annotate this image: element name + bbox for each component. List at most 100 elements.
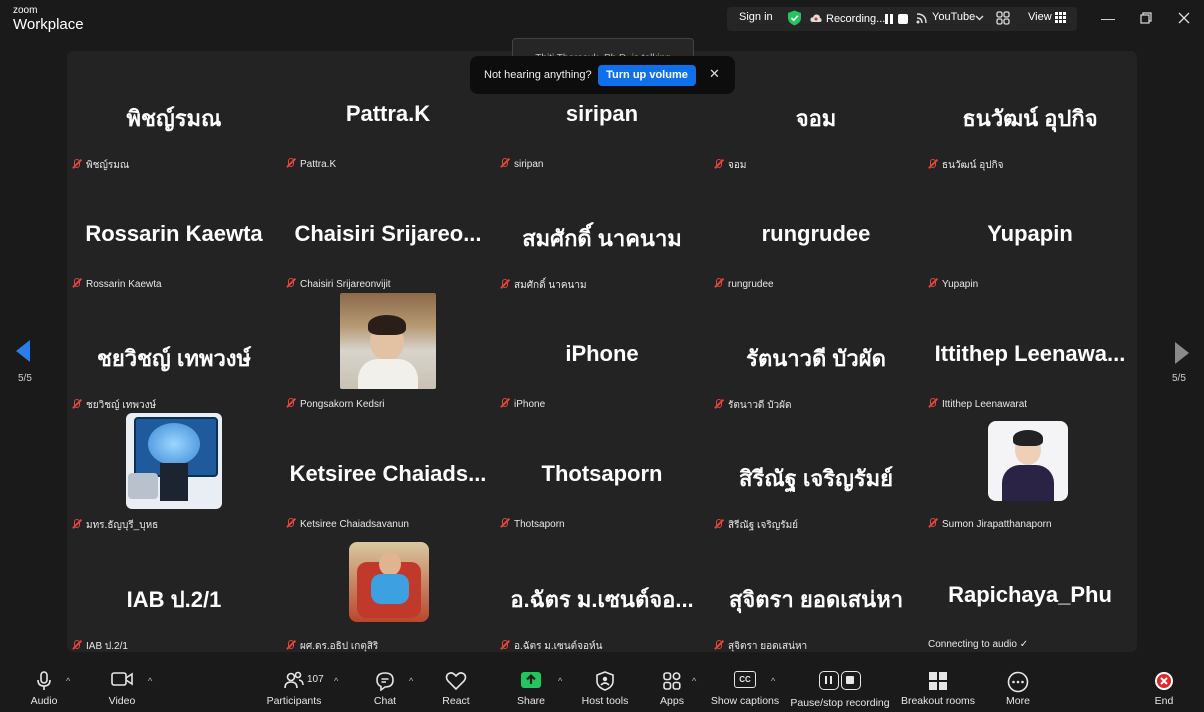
participant-tile[interactable]: Yupapin Yupapin <box>923 172 1137 292</box>
participant-display-name: จอม <box>795 106 837 131</box>
participant-name: Rossarin Kaewta <box>86 279 162 290</box>
participant-tile[interactable]: Thotsaporn Thotsaporn <box>495 412 709 532</box>
participant-display-name: สมศักดิ์ นาคนาม <box>522 226 682 251</box>
participant-tile[interactable]: Rapichaya_Phu Connecting to audio ✓ <box>923 533 1137 653</box>
apps-button[interactable]: Apps <box>648 662 696 712</box>
muted-microphone-icon <box>714 159 723 169</box>
muted-microphone-icon <box>72 159 81 169</box>
turn-up-volume-button[interactable]: Turn up volume <box>598 65 696 86</box>
chat-options-caret-icon[interactable]: ^ <box>409 676 413 686</box>
gallery-view-icon[interactable] <box>1055 12 1066 23</box>
muted-microphone-icon <box>928 398 937 408</box>
toast-close-icon[interactable]: ✕ <box>709 66 720 82</box>
participant-name-label: Thotsaporn <box>500 518 565 530</box>
participant-tile[interactable]: Rossarin Kaewta Rossarin Kaewta <box>67 172 281 292</box>
muted-microphone-icon <box>72 640 81 650</box>
pause-stop-recording-button[interactable]: Pause/stop recording <box>788 662 892 712</box>
youtube-dropdown[interactable]: YouTube <box>932 11 975 23</box>
participant-name: อ.ฉัตร ม.เซนต์จอห์น <box>514 641 603 652</box>
participant-name: สิรีณัฐ เจริญรัมย์ <box>728 520 799 531</box>
sign-in-link[interactable]: Sign in <box>739 11 773 23</box>
logo-small: zoom <box>13 5 38 16</box>
participant-tile[interactable]: สุจิตรา ยอดเสน่หา สุจิตรา ยอดเสน่หา <box>709 533 923 653</box>
muted-microphone-icon <box>500 279 509 289</box>
share-options-caret-icon[interactable]: ^ <box>558 676 562 686</box>
muted-microphone-icon <box>500 158 509 168</box>
participant-tile[interactable]: ผศ.ดร.อธิป เกตุสิริ <box>281 533 495 653</box>
participant-name-label: Sumon Jirapatthanaporn <box>928 518 1052 530</box>
recording-status[interactable]: Recording... <box>826 13 885 25</box>
video-options-caret-icon[interactable]: ^ <box>148 676 152 686</box>
participant-tile[interactable]: สมศักดิ์ นาคนาม สมศักดิ์ นาคนาม <box>495 172 709 292</box>
participant-display-name: Pattra.K <box>345 101 431 126</box>
next-page-arrow-icon[interactable] <box>1175 342 1189 364</box>
pause-recording-icon[interactable] <box>885 14 893 24</box>
meeting-toolbar: Audio ^ Video ^ 107 Participants ^ Chat … <box>0 662 1204 712</box>
react-button[interactable]: React <box>432 662 480 712</box>
participant-tile[interactable]: สิรีณัฐ เจริญรัมย์ สิรีณัฐ เจริญรัมย์ <box>709 412 923 532</box>
layout-grid-icon[interactable] <box>996 11 1010 25</box>
participant-display-name: Chaisiri Srijareo... <box>294 221 482 246</box>
stop-recording-icon[interactable] <box>898 14 908 24</box>
view-button[interactable]: View <box>1028 11 1052 23</box>
end-meeting-button[interactable]: End <box>1142 662 1186 712</box>
participant-tile[interactable]: ชยวิชญ์ เทพวงษ์ ชยวิชญ์ เทพวงษ์ <box>67 292 281 412</box>
participant-display-name: Rapichaya_Phu <box>948 582 1112 607</box>
participant-tile[interactable]: Chaisiri Srijareo... Chaisiri Srijareonvi… <box>281 172 495 292</box>
participant-name-label: สิรีณัฐ เจริญรัมย์ <box>714 518 798 533</box>
chevron-down-icon[interactable] <box>975 15 984 21</box>
video-button[interactable]: Video <box>96 662 148 712</box>
participant-name-label: มทร.ธัญบุรี_บุหธ <box>72 518 158 533</box>
participant-display-name: พิชญ์รมณ <box>126 106 222 131</box>
participant-tile[interactable]: ธนวัฒน์ อุปกิจ ธนวัฒน์ อุปกิจ <box>923 52 1137 172</box>
participant-name-label: rungrudee <box>714 278 774 290</box>
participant-tile[interactable]: Pongsakorn Kedsri <box>281 292 495 412</box>
participant-tile[interactable]: iPhone iPhone <box>495 292 709 412</box>
more-button[interactable]: More <box>994 662 1042 712</box>
muted-microphone-icon <box>286 278 295 288</box>
participant-tile[interactable]: Pattra.K Pattra.K <box>281 52 495 172</box>
participant-tile[interactable]: มทร.ธัญบุรี_บุหธ <box>67 412 281 532</box>
apps-options-caret-icon[interactable]: ^ <box>692 676 696 686</box>
audio-options-caret-icon[interactable]: ^ <box>66 676 70 686</box>
captions-options-caret-icon[interactable]: ^ <box>771 676 775 686</box>
participant-display-name: อ.ฉัตร ม.เซนต์จอ... <box>510 587 694 612</box>
show-captions-button[interactable]: CC Show captions <box>706 662 784 712</box>
participant-tile[interactable]: rungrudee rungrudee <box>709 172 923 292</box>
participants-button[interactable]: 107 Participants <box>262 662 326 712</box>
participant-name: siripan <box>514 159 544 170</box>
participant-name: Yupapin <box>942 279 979 290</box>
muted-microphone-icon <box>286 398 295 408</box>
muted-microphone-icon <box>928 159 937 169</box>
restore-icon[interactable] <box>1133 8 1159 28</box>
previous-page-arrow-icon[interactable] <box>16 340 30 362</box>
close-icon[interactable] <box>1171 8 1197 28</box>
breakout-rooms-button[interactable]: Breakout rooms <box>896 662 980 712</box>
participant-tile[interactable]: จอม จอม <box>709 52 923 172</box>
share-button[interactable]: Share <box>506 662 556 712</box>
participant-photo <box>340 293 436 389</box>
participant-tile[interactable]: พิชญ์รมณ พิชญ์รมณ <box>67 52 281 172</box>
participant-name: สุจิตรา ยอดเสน่หา <box>728 641 808 652</box>
shield-check-icon[interactable] <box>787 10 802 26</box>
participant-tile[interactable]: Sumon Jirapatthanaporn <box>923 412 1137 532</box>
participants-options-caret-icon[interactable]: ^ <box>334 676 338 686</box>
participant-tile[interactable]: Ketsiree Chaiads... Ketsiree Chaiadsavanu… <box>281 412 495 532</box>
participant-name-label: อ.ฉัตร ม.เซนต์จอห์น <box>500 639 602 654</box>
participant-name-label: Yupapin <box>928 278 978 290</box>
participant-tile[interactable]: IAB ป.2/1 IAB ป.2/1 <box>67 533 281 653</box>
apps-label: Apps <box>660 695 684 707</box>
muted-microphone-icon <box>500 518 509 528</box>
host-tools-label: Host tools <box>581 695 629 707</box>
participant-tile[interactable]: Ittithep Leenawa... Ittithep Leenawarat <box>923 292 1137 412</box>
minimize-icon[interactable]: — <box>1095 8 1121 28</box>
audio-button[interactable]: Audio <box>18 662 70 712</box>
chat-button[interactable]: Chat <box>360 662 410 712</box>
participant-display-name: rungrudee <box>761 221 871 246</box>
host-tools-button[interactable]: Host tools <box>578 662 632 712</box>
muted-microphone-icon <box>714 640 723 650</box>
participant-tile[interactable]: อ.ฉัตร ม.เซนต์จอ... อ.ฉัตร ม.เซนต์จอห์น <box>495 533 709 653</box>
participant-name-label: IAB ป.2/1 <box>72 639 128 654</box>
participant-tile[interactable]: รัตนาวดี บัวผัด รัตนาวดี บัวผัด <box>709 292 923 412</box>
muted-microphone-icon <box>72 399 81 409</box>
